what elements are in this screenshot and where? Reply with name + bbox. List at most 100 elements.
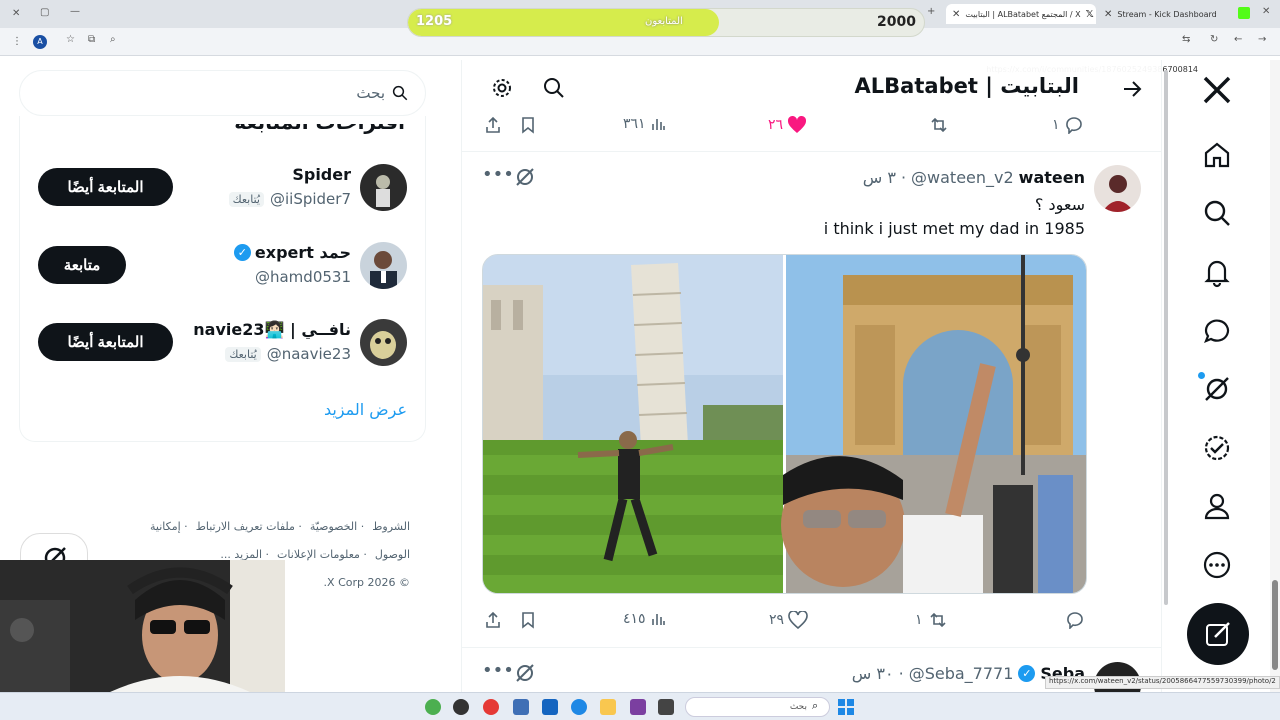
views-count[interactable]: ٤١٥ bbox=[623, 611, 666, 627]
more-options-icon[interactable]: ••• bbox=[482, 660, 514, 681]
new-tab-icon[interactable]: + bbox=[927, 6, 935, 17]
repost-count[interactable]: ١ bbox=[915, 611, 949, 629]
follow-back-button[interactable]: المتابعة أيضًا bbox=[38, 323, 173, 361]
avatar[interactable] bbox=[360, 319, 407, 366]
share-icon[interactable] bbox=[484, 611, 502, 629]
suggestion-name[interactable]: Spider bbox=[292, 165, 351, 184]
page-scrollbar[interactable] bbox=[1270, 60, 1280, 692]
avatar[interactable] bbox=[360, 242, 407, 289]
tweet-timestamp[interactable]: ٣ س bbox=[863, 168, 896, 187]
grok-icon[interactable] bbox=[1201, 373, 1233, 405]
notifications-bell-icon[interactable] bbox=[1201, 256, 1233, 288]
minimize-icon[interactable]: — bbox=[70, 6, 80, 17]
tab-close-icon[interactable]: ✕ bbox=[952, 9, 960, 20]
views-count[interactable]: ٣٦١ bbox=[623, 116, 666, 132]
scrollbar-thumb[interactable] bbox=[1164, 70, 1168, 605]
divider bbox=[462, 647, 1161, 648]
edge-icon[interactable] bbox=[571, 699, 587, 715]
footer-link[interactable]: ملفات تعريف الارتباط bbox=[196, 520, 295, 533]
photo-arc[interactable] bbox=[781, 255, 1087, 594]
reload-icon[interactable]: ↻ bbox=[1210, 34, 1218, 45]
maximize-icon[interactable]: ▢ bbox=[40, 7, 49, 18]
app-icon[interactable] bbox=[513, 699, 529, 715]
taskbar-search-input[interactable]: بحث bbox=[685, 697, 830, 717]
reply-icon[interactable] bbox=[1065, 611, 1085, 629]
suggestion-handle: @iiSpider7 bbox=[269, 190, 351, 208]
profile-avatar-icon[interactable]: A bbox=[33, 35, 47, 49]
chrome-alt-icon[interactable] bbox=[483, 699, 499, 715]
terminal-icon[interactable] bbox=[658, 699, 674, 715]
home-icon[interactable] bbox=[1201, 139, 1233, 171]
scrollbar-thumb[interactable] bbox=[1272, 580, 1278, 670]
suggestion-row[interactable]: navie23👩🏻‍💻 | نافــي @naavie23 يُتابعك ا… bbox=[20, 313, 427, 373]
grok-icon[interactable] bbox=[514, 662, 536, 684]
suggestion-name[interactable]: navie23👩🏻‍💻 | نافــي bbox=[193, 320, 351, 339]
close-icon[interactable]: ✕ bbox=[12, 8, 20, 19]
profile-icon[interactable] bbox=[1201, 490, 1233, 522]
share-icon[interactable] bbox=[484, 116, 502, 134]
explore-search-icon[interactable] bbox=[1201, 197, 1233, 229]
messages-icon[interactable] bbox=[1201, 314, 1233, 346]
forward-icon[interactable]: ← bbox=[1234, 34, 1242, 45]
footer-link[interactable]: الخصوصيّة bbox=[310, 520, 357, 533]
x-logo-icon[interactable] bbox=[1201, 74, 1233, 106]
photo-pisa[interactable] bbox=[483, 255, 783, 594]
who-to-follow-panel: اقتراحات المتابعة Spider @iiSpider7 يُتا… bbox=[19, 116, 426, 442]
like-count[interactable]: ٢٦ bbox=[768, 116, 807, 134]
footer-link[interactable]: الشروط bbox=[372, 520, 410, 533]
back-icon[interactable]: → bbox=[1258, 34, 1266, 45]
tweet-actions: ٤١٥ ٢٩ ١ bbox=[462, 611, 1161, 635]
chrome-icon[interactable] bbox=[425, 699, 441, 715]
zoom-icon[interactable]: ⌕ bbox=[110, 34, 116, 45]
post-button[interactable] bbox=[1187, 603, 1249, 665]
follow-back-button[interactable]: المتابعة أيضًا bbox=[38, 168, 173, 206]
more-circle-icon[interactable] bbox=[1201, 549, 1233, 581]
translate-icon[interactable]: ⇆ bbox=[1182, 34, 1190, 45]
suggestion-name-wrap[interactable]: ✓ expert حمد bbox=[233, 243, 351, 262]
footer-link[interactable]: معلومات الإعلانات bbox=[277, 548, 360, 561]
follower-goal-target: 2000 bbox=[877, 14, 916, 30]
gear-icon[interactable] bbox=[490, 76, 514, 100]
reply-count[interactable]: ١ bbox=[1052, 116, 1084, 134]
more-options-icon[interactable]: ••• bbox=[482, 164, 514, 185]
bookmark-icon[interactable] bbox=[519, 611, 537, 629]
suggestion-handle: @naavie23 bbox=[266, 345, 351, 363]
tab-kick-dashboard[interactable]: ✕ Stream - Kick Dashboard bbox=[1104, 4, 1234, 24]
follow-button[interactable]: متابعة bbox=[38, 246, 126, 284]
repost-icon[interactable] bbox=[928, 116, 950, 134]
store-icon[interactable] bbox=[542, 699, 558, 715]
verified-premium-icon[interactable] bbox=[1201, 432, 1233, 464]
app-icon[interactable] bbox=[630, 699, 646, 715]
like-count[interactable]: ٢٩ bbox=[769, 611, 808, 629]
previous-tweet-actions: ٣٦١ ٢٦ ١ bbox=[462, 116, 1161, 140]
copy-icon[interactable]: ⧉ bbox=[88, 34, 95, 45]
main-timeline: ALBatabet | البتابيت ٣٦١ ٢٦ ١ wateen @wa… bbox=[461, 60, 1162, 692]
tab-close-icon[interactable]: ✕ bbox=[1262, 6, 1270, 17]
tab-x-community[interactable]: ✕ البتابيت | ALBatabet المجتمع / X 𝕏 bbox=[946, 4, 1096, 24]
timeline-scrollbar[interactable] bbox=[1162, 60, 1170, 692]
tab-close-icon[interactable]: ✕ bbox=[1104, 9, 1112, 20]
show-more-link[interactable]: عرض المزيد bbox=[324, 400, 407, 419]
back-arrow-icon[interactable] bbox=[1121, 78, 1143, 100]
windows-start-icon[interactable] bbox=[838, 699, 854, 715]
search-icon[interactable] bbox=[542, 76, 566, 100]
tweet-author-handle[interactable]: @wateen_v2 bbox=[911, 168, 1014, 187]
suggestion-row[interactable]: Spider @iiSpider7 يُتابعك المتابعة أيضًا bbox=[20, 158, 427, 218]
reposts-value: ١ bbox=[915, 612, 923, 628]
tweet-author-handle[interactable]: @Seba_7771 bbox=[909, 664, 1014, 683]
tweet-timestamp[interactable]: ٣٠ س bbox=[852, 664, 894, 683]
likes-value: ٢٩ bbox=[769, 612, 785, 628]
obs-icon[interactable] bbox=[453, 699, 469, 715]
file-explorer-icon[interactable] bbox=[600, 699, 616, 715]
avatar[interactable] bbox=[360, 164, 407, 211]
grok-icon[interactable] bbox=[514, 166, 536, 188]
tweet-author-name[interactable]: wateen bbox=[1019, 168, 1085, 187]
star-icon[interactable]: ☆ bbox=[66, 34, 75, 45]
avatar[interactable] bbox=[1094, 165, 1141, 212]
search-input[interactable]: بحث bbox=[19, 70, 426, 116]
suggestion-row[interactable]: ✓ expert حمد @hamd0531 متابعة bbox=[20, 236, 427, 296]
bookmark-icon[interactable] bbox=[519, 116, 537, 134]
tweet-media[interactable] bbox=[482, 254, 1087, 594]
menu-dots-icon[interactable]: ⋮ bbox=[12, 36, 22, 47]
tab-title: البتابيت | ALBatabet المجتمع / X bbox=[965, 9, 1081, 19]
